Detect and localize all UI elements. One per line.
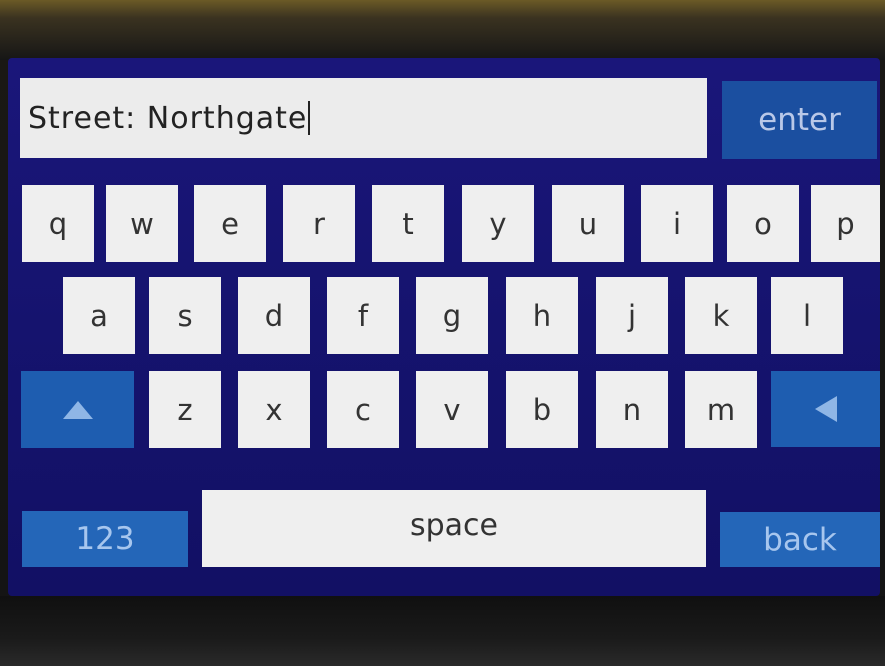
key-j[interactable]: j (596, 277, 668, 354)
key-l[interactable]: l (771, 277, 843, 354)
keyboard-screen: Street: Northgate enter q w e r t y u i … (8, 58, 880, 596)
key-g[interactable]: g (416, 277, 488, 354)
key-i[interactable]: i (641, 185, 713, 262)
key-s[interactable]: s (149, 277, 221, 354)
enter-button[interactable]: enter (722, 81, 877, 159)
left-arrow-icon (814, 396, 837, 422)
key-h[interactable]: h (506, 277, 578, 354)
key-k[interactable]: k (685, 277, 757, 354)
space-key[interactable]: space (202, 490, 706, 567)
key-u[interactable]: u (552, 185, 624, 262)
key-m[interactable]: m (685, 371, 757, 448)
key-p[interactable]: p (811, 185, 880, 262)
key-y[interactable]: y (462, 185, 534, 262)
key-v[interactable]: v (416, 371, 488, 448)
key-t[interactable]: t (372, 185, 444, 262)
back-key[interactable]: back (720, 512, 880, 567)
up-arrow-icon (62, 400, 93, 419)
key-e[interactable]: e (194, 185, 266, 262)
device-bezel-bottom (0, 596, 885, 666)
key-w[interactable]: w (106, 185, 178, 262)
backspace-key[interactable] (771, 371, 880, 447)
key-a[interactable]: a (63, 277, 135, 354)
text-caret (308, 101, 311, 135)
key-f[interactable]: f (327, 277, 399, 354)
key-x[interactable]: x (238, 371, 310, 448)
key-q[interactable]: q (22, 185, 94, 262)
street-input-text: Street: Northgate (28, 100, 308, 136)
key-z[interactable]: z (149, 371, 221, 448)
device-bezel-top (0, 0, 885, 60)
street-input-field[interactable]: Street: Northgate (20, 78, 707, 158)
key-r[interactable]: r (283, 185, 355, 262)
key-n[interactable]: n (596, 371, 668, 448)
key-c[interactable]: c (327, 371, 399, 448)
numbers-key[interactable]: 123 (22, 511, 188, 567)
key-b[interactable]: b (506, 371, 578, 448)
key-o[interactable]: o (727, 185, 799, 262)
key-d[interactable]: d (238, 277, 310, 354)
shift-key[interactable] (21, 371, 134, 448)
